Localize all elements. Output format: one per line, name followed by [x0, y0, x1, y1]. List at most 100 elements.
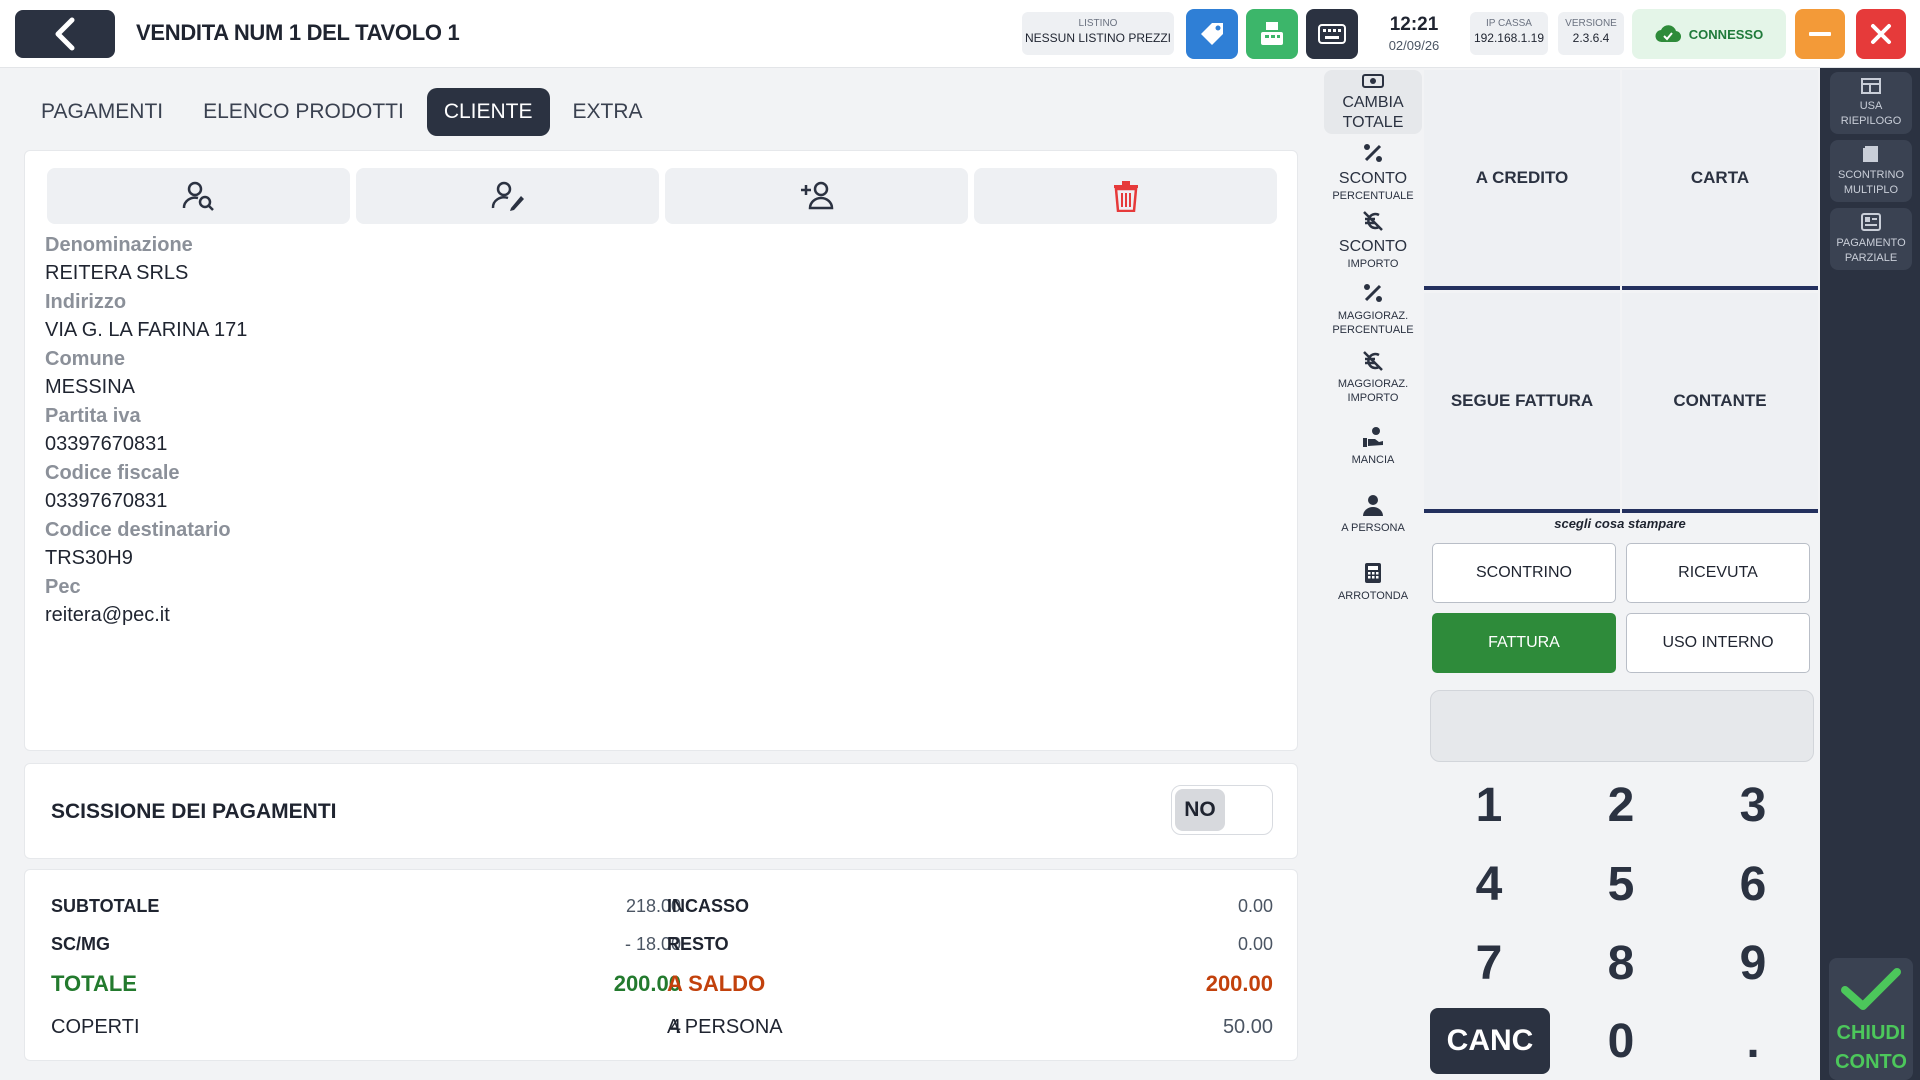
- key-0[interactable]: 0: [1561, 1008, 1681, 1074]
- client-fields: Denominazione REITERA SRLS Indirizzo VIA…: [45, 231, 247, 630]
- back-button[interactable]: [15, 10, 115, 58]
- close-account-button[interactable]: CHIUDI CONTO: [1829, 958, 1913, 1080]
- key-7[interactable]: 7: [1429, 930, 1549, 996]
- covers-row: COPERTI 4: [51, 1012, 681, 1042]
- cloud-check-icon: [1655, 25, 1681, 43]
- partial-payment-line2: PARZIALE: [1844, 252, 1898, 264]
- print-ricevuta-button[interactable]: RICEVUTA: [1626, 543, 1810, 603]
- key-5[interactable]: 5: [1561, 851, 1681, 917]
- balance-value: 200.00: [1205, 971, 1273, 996]
- round-label: ARROTONDA: [1337, 590, 1409, 602]
- add-client-button[interactable]: [665, 168, 968, 224]
- tab-pagamenti[interactable]: PAGAMENTI: [24, 88, 180, 136]
- chevron-left-icon: [55, 17, 75, 51]
- per-person-button[interactable]: A PERSONA: [1324, 494, 1422, 544]
- percent-surcharge-line1: MAGGIORAZ.: [1337, 310, 1409, 322]
- print-invoice-button[interactable]: FATTURA: [1432, 613, 1616, 673]
- split-payments-panel: SCISSIONE DEI PAGAMENTI NO: [24, 763, 1298, 859]
- price-list-value: NESSUN LISTINO PREZZI: [1024, 31, 1172, 45]
- client-actions: [47, 168, 1277, 224]
- minimize-button[interactable]: [1795, 9, 1845, 59]
- multiple-receipt-line2: MULTIPLO: [1843, 184, 1899, 196]
- key-9[interactable]: 9: [1693, 930, 1813, 996]
- split-payments-toggle[interactable]: NO: [1171, 785, 1273, 835]
- change-total-line2: TOTALE: [1342, 114, 1404, 131]
- discount-row: SC/MG - 18.00: [51, 929, 681, 959]
- delete-client-button[interactable]: [974, 168, 1277, 224]
- round-button[interactable]: ARROTONDA: [1324, 562, 1422, 612]
- split-payments-toggle-value: NO: [1175, 789, 1225, 831]
- connection-status[interactable]: CONNESSO: [1632, 9, 1786, 59]
- percent-icon: [1364, 284, 1382, 302]
- key-cancel[interactable]: CANC: [1430, 1008, 1550, 1074]
- close-button[interactable]: [1856, 9, 1906, 59]
- checkmark-icon: [1841, 968, 1901, 1010]
- ip-label: IP CASSA: [1486, 18, 1532, 29]
- change-total-line1: CAMBIA: [1342, 94, 1404, 111]
- amount-discount-button[interactable]: SCONTO IMPORTO: [1324, 210, 1422, 270]
- print-hint: scegli cosa stampare: [1554, 516, 1686, 531]
- use-summary-button[interactable]: USA RIEPILOGO: [1830, 72, 1912, 134]
- right-sidebar: USA RIEPILOGO SCONTRINO MULTIPLO PAGAMEN…: [1820, 68, 1920, 1080]
- pay-card-button[interactable]: CARTA: [1622, 70, 1818, 290]
- user-search-icon: [182, 181, 214, 211]
- field-value-pec: reitera@pec.it: [45, 604, 170, 626]
- print-receipt-button[interactable]: SCONTRINO: [1432, 543, 1616, 603]
- partial-payment-line1: PAGAMENTO: [1836, 237, 1906, 249]
- tip-button[interactable]: MANCIA: [1324, 426, 1422, 476]
- key-4[interactable]: 4: [1429, 851, 1549, 917]
- key-6[interactable]: 6: [1693, 851, 1813, 917]
- search-client-button[interactable]: [47, 168, 350, 224]
- percent-surcharge-button[interactable]: MAGGIORAZ. PERCENTUALE: [1324, 282, 1422, 342]
- subtotal-row: SUBTOTALE 218.00: [51, 891, 681, 921]
- version-value: 2.3.6.4: [1572, 31, 1610, 45]
- trash-icon: [1113, 181, 1138, 212]
- pay-credit-button[interactable]: A CREDITO: [1424, 70, 1620, 290]
- field-label-codice-destinatario: Codice destinatario: [45, 519, 231, 541]
- key-8[interactable]: 8: [1561, 930, 1681, 996]
- calculator-icon: [1365, 563, 1381, 583]
- percent-discount-button[interactable]: SCONTO PERCENTUALE: [1324, 142, 1422, 202]
- multiple-receipt-button[interactable]: SCONTRINO MULTIPLO: [1830, 140, 1912, 202]
- keyboard-button[interactable]: [1306, 9, 1358, 59]
- cash-register-button[interactable]: [1246, 9, 1298, 59]
- ip-box: IP CASSA 192.168.1.19: [1470, 12, 1548, 55]
- key-3[interactable]: 3: [1693, 772, 1813, 838]
- per-person-value: 50.00: [1222, 1015, 1273, 1038]
- tab-cliente[interactable]: CLIENTE: [426, 88, 550, 136]
- change-total-button[interactable]: CAMBIA TOTALE: [1324, 70, 1422, 134]
- keyboard-icon: [1318, 24, 1346, 44]
- total-row: TOTALE 200.00: [51, 969, 681, 999]
- close-account-line1: CHIUDI: [1836, 1022, 1906, 1044]
- per-person-row: A PERSONA 50.00: [667, 1012, 1273, 1042]
- partial-payment-button[interactable]: PAGAMENTO PARZIALE: [1830, 208, 1912, 270]
- hand-coin-icon: [1363, 427, 1383, 447]
- version-label: VERSIONE: [1565, 18, 1617, 29]
- tab-elenco-prodotti[interactable]: ELENCO PRODOTTI: [186, 88, 421, 136]
- discount-label: SC/MG: [51, 933, 111, 954]
- euro-off-icon: [1363, 351, 1383, 371]
- price-list-selector[interactable]: LISTINO NESSUN LISTINO PREZZI: [1022, 12, 1174, 55]
- amount-surcharge-line1: MAGGIORAZ.: [1337, 378, 1409, 390]
- field-value-codice-fiscale: 03397670831: [45, 490, 168, 512]
- price-tag-button[interactable]: [1186, 9, 1238, 59]
- pay-invoice-follows-button[interactable]: SEGUE FATTURA: [1424, 293, 1620, 513]
- field-label-partita-iva: Partita iva: [45, 405, 141, 427]
- amount-surcharge-button[interactable]: MAGGIORAZ. IMPORTO: [1324, 350, 1422, 410]
- connection-status-label: CONNESSO: [1688, 26, 1764, 42]
- pay-cash-button[interactable]: CONTANTE: [1622, 293, 1818, 513]
- tab-bar: PAGAMENTI ELENCO PRODOTTI CLIENTE EXTRA: [24, 88, 660, 136]
- user-edit-icon: [491, 181, 524, 211]
- field-label-indirizzo: Indirizzo: [45, 291, 127, 313]
- field-value-comune: MESSINA: [45, 376, 136, 398]
- key-1[interactable]: 1: [1429, 772, 1549, 838]
- field-value-partita-iva: 03397670831: [45, 433, 168, 455]
- tab-extra[interactable]: EXTRA: [556, 88, 660, 136]
- edit-client-button[interactable]: [356, 168, 659, 224]
- balance-row: A SALDO 200.00: [667, 969, 1273, 999]
- keypad-display[interactable]: [1430, 690, 1814, 762]
- client-card: Denominazione REITERA SRLS Indirizzo VIA…: [24, 150, 1298, 751]
- key-decimal[interactable]: .: [1693, 1008, 1813, 1074]
- print-internal-use-button[interactable]: USO INTERNO: [1626, 613, 1810, 673]
- key-2[interactable]: 2: [1561, 772, 1681, 838]
